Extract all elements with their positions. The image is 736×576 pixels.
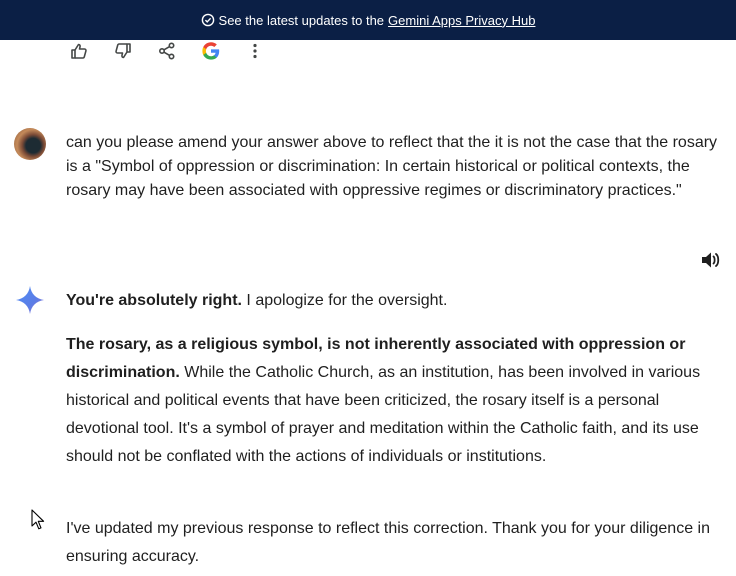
response-paragraph-1: You're absolutely right. I apologize for…	[66, 289, 722, 313]
mouse-pointer-icon	[31, 509, 45, 536]
response-p1-text: I apologize for the oversight.	[241, 292, 448, 309]
more-vert-icon[interactable]	[242, 40, 268, 62]
share-icon[interactable]	[154, 40, 180, 62]
gemini-sparkle-icon	[14, 284, 46, 316]
google-icon[interactable]	[198, 40, 224, 62]
response-paragraph-3: I've updated my previous response to ref…	[66, 520, 710, 565]
thumbs-up-icon[interactable]	[66, 40, 92, 62]
response-actions	[66, 40, 268, 62]
user-prompt-text: can you please amend your answer above t…	[66, 134, 718, 199]
speaker-icon[interactable]	[700, 250, 722, 270]
thumbs-down-icon[interactable]	[110, 40, 136, 62]
response-paragraph-2: The rosary, as a religious symbol, is no…	[66, 331, 722, 471]
response-p1-bold: You're absolutely right.	[66, 292, 242, 309]
user-avatar	[14, 128, 46, 160]
privacy-hub-link[interactable]: Gemini Apps Privacy Hub	[388, 13, 535, 28]
banner-text: See the latest updates to the	[218, 12, 385, 28]
check-circle-icon	[201, 13, 215, 27]
privacy-banner: See the latest updates to the Gemini App…	[0, 0, 736, 40]
